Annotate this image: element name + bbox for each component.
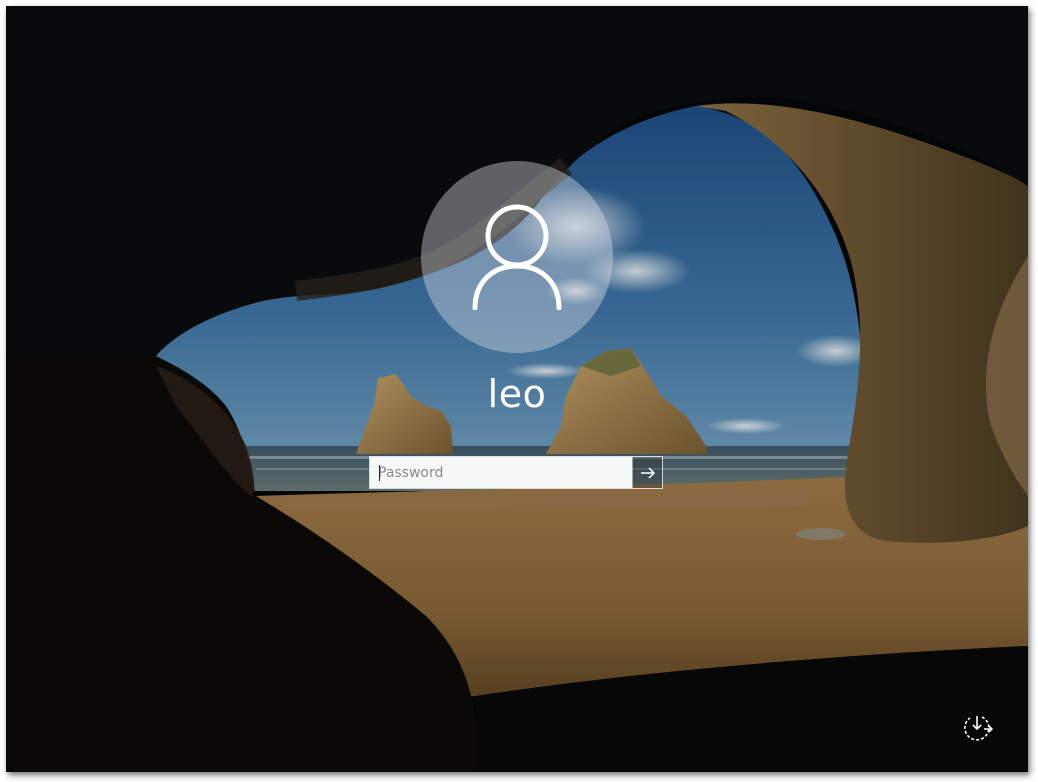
user-avatar bbox=[421, 161, 613, 353]
user-name: leo bbox=[487, 372, 547, 416]
ease-of-access-button[interactable] bbox=[962, 711, 994, 743]
arrow-right-icon bbox=[640, 466, 655, 479]
user-silhouette-icon bbox=[472, 204, 562, 310]
lock-screen: leo bbox=[6, 6, 1028, 772]
password-input[interactable] bbox=[370, 457, 632, 488]
text-caret bbox=[379, 465, 380, 481]
password-box bbox=[369, 456, 663, 489]
submit-button[interactable] bbox=[632, 457, 662, 488]
ease-of-access-power-icon bbox=[964, 716, 994, 741]
